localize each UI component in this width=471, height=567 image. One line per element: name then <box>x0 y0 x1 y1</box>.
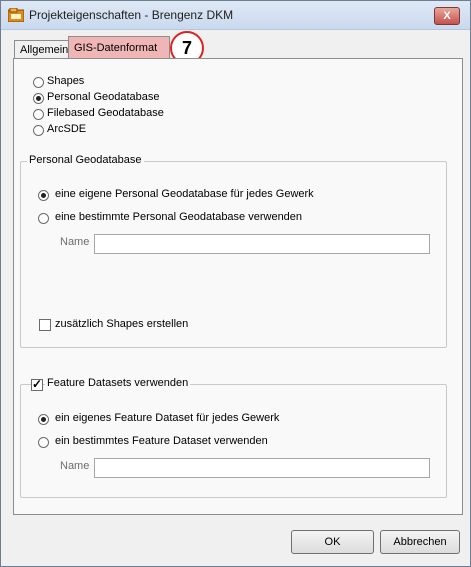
feature-datasets-group: Feature Datasets verwenden ein eigenes F… <box>20 377 447 498</box>
app-icon <box>8 8 24 22</box>
label-additional-shapes: zusätzlich Shapes erstellen <box>55 318 189 330</box>
title-bar[interactable]: Projekteigenschaften - Brengenz DKM X <box>1 1 470 30</box>
label-own-feature-dataset: ein eigenes Feature Dataset für jedes Ge… <box>55 412 280 424</box>
radio-own-geodatabase[interactable] <box>38 190 49 201</box>
radio-filebased-geodatabase[interactable] <box>33 109 44 120</box>
close-button[interactable]: X <box>434 7 460 25</box>
name-label-geodatabase: Name <box>60 236 90 248</box>
label-specific-geodatabase: eine bestimmte Personal Geodatabase verw… <box>55 211 303 223</box>
label-feature-datasets: Feature Datasets verwenden <box>45 377 191 389</box>
radio-personal-geodatabase[interactable] <box>33 93 44 104</box>
cancel-button[interactable]: Abbrechen <box>380 530 460 554</box>
label-personal-geodatabase: Personal Geodatabase <box>47 91 160 103</box>
checkbox-additional-shapes[interactable] <box>39 319 51 331</box>
label-arcsde: ArcSDE <box>47 123 87 135</box>
label-shapes: Shapes <box>47 75 85 87</box>
name-label-feature-dataset: Name <box>60 460 90 472</box>
label-filebased-geodatabase: Filebased Geodatabase <box>47 107 164 119</box>
tab-gis-datenformat[interactable]: GIS-Datenformat <box>68 36 170 59</box>
radio-own-feature-dataset[interactable] <box>38 414 49 425</box>
personal-geodatabase-group: Personal Geodatabase eine eigene Persona… <box>20 154 447 348</box>
label-own-geodatabase: eine eigene Personal Geodatabase für jed… <box>55 188 314 200</box>
properties-dialog: Projekteigenschaften - Brengenz DKM X Al… <box>0 0 471 567</box>
ok-button[interactable]: OK <box>291 530 374 554</box>
group-title-personal-geodatabase: Personal Geodatabase <box>27 154 144 166</box>
checkbox-feature-datasets[interactable] <box>31 377 43 391</box>
radio-shapes[interactable] <box>33 77 44 88</box>
tab-allgemein[interactable]: Allgemein <box>14 40 70 59</box>
geodatabase-name-input[interactable] <box>94 234 430 254</box>
window-title: Projekteigenschaften - Brengenz DKM <box>29 8 234 22</box>
label-specific-feature-dataset: ein bestimmtes Feature Dataset verwenden <box>55 435 268 447</box>
radio-specific-geodatabase[interactable] <box>38 213 49 224</box>
feature-dataset-name-input[interactable] <box>94 458 430 478</box>
tab-panel-gis: Shapes Personal Geodatabase Filebased Ge… <box>13 58 463 515</box>
radio-specific-feature-dataset[interactable] <box>38 437 49 448</box>
radio-arcsde[interactable] <box>33 125 44 136</box>
